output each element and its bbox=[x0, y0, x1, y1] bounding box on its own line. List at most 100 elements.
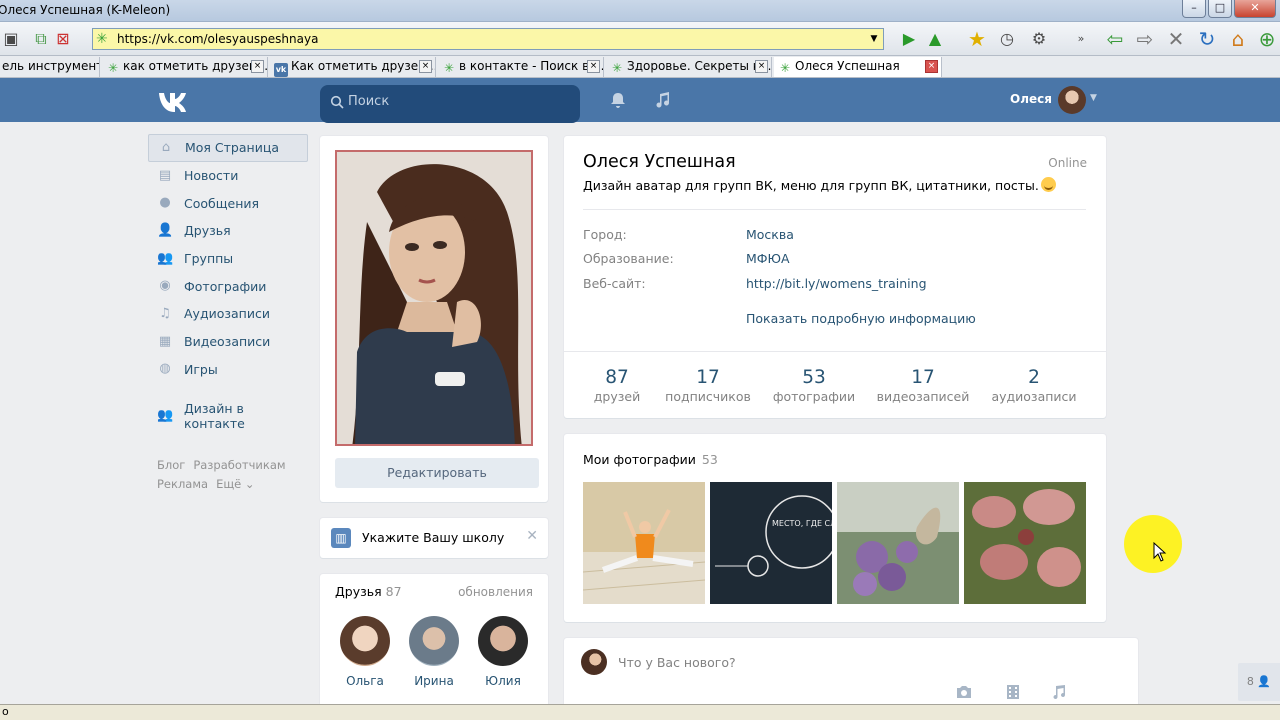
friends-title[interactable]: Друзья 87 bbox=[335, 584, 402, 599]
tab-close-icon[interactable]: × bbox=[251, 60, 264, 73]
tab-1[interactable]: ✳ как отметить друзей ... × bbox=[102, 57, 268, 77]
nav-item-video[interactable]: ▦ Видеозаписи bbox=[148, 328, 308, 356]
nav-item-audio[interactable]: ♫ Аудиозаписи bbox=[148, 300, 308, 328]
chevron-down-icon: ▼ bbox=[1090, 93, 1097, 103]
loading-icon: ✳ bbox=[96, 31, 108, 47]
vk-logo-icon[interactable] bbox=[157, 88, 191, 112]
friend-item[interactable]: Ольга bbox=[335, 616, 395, 688]
school-prompt-card: ▥ Укажите Вашу школу ✕ bbox=[320, 518, 548, 558]
nav-label: Друзья bbox=[184, 223, 231, 239]
edit-profile-button[interactable]: Редактировать bbox=[335, 458, 539, 488]
nav-item-news[interactable]: ▤ Новости bbox=[148, 162, 308, 190]
minimize-button[interactable]: – bbox=[1182, 0, 1206, 18]
footer-link-developers[interactable]: Разработчикам bbox=[193, 458, 285, 472]
address-url[interactable]: https://vk.com/olesyauspeshnaya bbox=[117, 32, 318, 46]
photos-title[interactable]: Мои фотографии 53 bbox=[583, 452, 718, 467]
sidebar-icon[interactable]: ▣ bbox=[2, 30, 20, 48]
tab-close-icon[interactable]: × bbox=[755, 60, 768, 73]
stop-tab-icon[interactable]: ⊠ bbox=[54, 30, 72, 48]
info-value-link[interactable]: МФЮА bbox=[746, 251, 790, 266]
tab-label: как отметить друзей ... bbox=[123, 59, 268, 73]
counter-photos[interactable]: 53 фотографии bbox=[770, 367, 858, 404]
info-value-link[interactable]: http://bit.ly/womens_training bbox=[746, 276, 927, 291]
footer-link-blog[interactable]: Блог bbox=[157, 458, 185, 472]
tab-close-icon[interactable]: × bbox=[925, 60, 938, 73]
counter-friends[interactable]: 87 друзей bbox=[586, 367, 648, 404]
tab-4[interactable]: ✳ Здоровье. Секреты к... × bbox=[606, 57, 772, 77]
forward-arrow-icon[interactable]: ⇨ bbox=[1136, 29, 1154, 49]
address-bar[interactable]: ✳ https://vk.com/olesyauspeshnaya ▼ bbox=[92, 28, 884, 50]
tab-3[interactable]: ✳ в контакте - Поиск в ... × bbox=[438, 57, 604, 77]
counter-audio[interactable]: 2 аудиозаписи bbox=[988, 367, 1080, 404]
nav-item-friends[interactable]: 👤 Друзья bbox=[148, 217, 308, 245]
photo-thumbnail[interactable] bbox=[837, 482, 959, 604]
music-icon[interactable] bbox=[1050, 684, 1068, 700]
camera-icon: ◉ bbox=[159, 278, 171, 294]
school-prompt-link[interactable]: Укажите Вашу школу bbox=[362, 530, 504, 545]
music-icon: ♫ bbox=[159, 305, 171, 321]
tab-active[interactable]: ✳ Олеся Успешная × bbox=[774, 57, 942, 77]
stop-icon[interactable]: ✕ bbox=[1167, 29, 1185, 49]
home-icon: ⌂ bbox=[161, 139, 171, 155]
counter-followers[interactable]: 17 подписчиков bbox=[664, 367, 752, 404]
friend-item[interactable]: Ирина bbox=[404, 616, 464, 688]
nav-item-my-page[interactable]: ⌂ Моя Страница bbox=[148, 134, 308, 162]
groups-icon: 👥 bbox=[157, 250, 174, 266]
tab-label: ель инструментов bbox=[2, 59, 99, 73]
tab-close-icon[interactable]: × bbox=[587, 60, 600, 73]
back-arrow-icon[interactable]: ⇦ bbox=[1106, 29, 1124, 49]
counter-videos[interactable]: 17 видеозаписей bbox=[874, 367, 972, 404]
bookmark-star-icon[interactable]: ★ bbox=[968, 29, 986, 49]
show-more-info-link[interactable]: Показать подробную информацию bbox=[746, 311, 976, 326]
settings-gear-icon[interactable]: ⚙ bbox=[1030, 30, 1048, 48]
nav-item-photos[interactable]: ◉ Фотографии bbox=[148, 272, 308, 300]
close-window-button[interactable]: ✕ bbox=[1234, 0, 1276, 18]
photo-orchid-image bbox=[964, 482, 1086, 604]
friend-item[interactable]: Юлия bbox=[473, 616, 533, 688]
close-icon[interactable]: ✕ bbox=[526, 528, 538, 544]
friend-name: Ирина bbox=[414, 674, 454, 688]
nav-item-groups[interactable]: 👥 Группы bbox=[148, 245, 308, 273]
up-icon[interactable]: ▲ bbox=[926, 30, 944, 48]
new-tab-icon[interactable]: ⧉ bbox=[32, 30, 50, 48]
bell-icon[interactable] bbox=[608, 90, 628, 110]
tab-close-icon[interactable]: × bbox=[419, 60, 432, 73]
photo-yoga-image bbox=[583, 482, 705, 604]
info-value-link[interactable]: Москва bbox=[746, 227, 794, 242]
nav-item-messages[interactable]: ● Сообщения bbox=[148, 189, 308, 217]
vk-favicon-icon: vk bbox=[274, 63, 288, 77]
up-circle-icon[interactable]: ⊕ bbox=[1258, 29, 1276, 49]
tab-toolbar[interactable]: ель инструментов bbox=[0, 57, 100, 77]
avatar bbox=[409, 616, 459, 666]
address-dropdown-icon[interactable]: ▼ bbox=[867, 31, 881, 47]
tab-2[interactable]: vk Как отметить друзей ... × bbox=[270, 57, 436, 77]
video-icon[interactable] bbox=[1004, 684, 1022, 700]
footer-link-more[interactable]: Ещё ⌄ bbox=[216, 477, 254, 491]
footer-link-ads[interactable]: Реклама bbox=[157, 477, 208, 491]
avatar-card: Редактировать bbox=[320, 136, 548, 502]
photo-thumbnail[interactable] bbox=[964, 482, 1086, 604]
reload-icon[interactable]: ↻ bbox=[1198, 29, 1216, 49]
search-icon bbox=[330, 95, 344, 109]
nav-label: Новости bbox=[184, 168, 239, 184]
friends-updates-link[interactable]: обновления bbox=[458, 585, 533, 599]
info-label: Веб-сайт: bbox=[583, 276, 646, 291]
profile-status[interactable]: Дизайн аватар для групп ВК, меню для гру… bbox=[583, 177, 1056, 193]
maximize-button[interactable]: □ bbox=[1208, 0, 1232, 18]
history-icon[interactable]: ◷ bbox=[998, 30, 1016, 48]
overflow-icon[interactable]: » bbox=[1072, 30, 1090, 48]
camera-icon[interactable] bbox=[955, 684, 973, 700]
counter-number: 53 bbox=[802, 367, 826, 388]
nav-label: Группы bbox=[184, 251, 234, 267]
online-friends-widget[interactable]: 8 👤 bbox=[1238, 663, 1280, 701]
music-note-icon[interactable] bbox=[653, 90, 673, 110]
home-icon[interactable]: ⌂ bbox=[1229, 29, 1247, 49]
profile-photo[interactable] bbox=[335, 150, 533, 446]
nav-item-games[interactable]: ◍ Игры bbox=[148, 356, 308, 384]
photo-thumbnail[interactable] bbox=[583, 482, 705, 604]
new-post-input[interactable]: Что у Вас нового? bbox=[618, 655, 736, 670]
go-icon[interactable]: ▶ bbox=[900, 30, 918, 48]
search-input[interactable]: Поиск bbox=[320, 85, 580, 123]
nav-item-design-group[interactable]: 👥 Дизайн в контакте bbox=[148, 401, 308, 431]
photo-thumbnail[interactable]: МЕСТО, ГДЕ СЛУЧАЮТСЯ ЧУДЕСА bbox=[710, 482, 832, 604]
